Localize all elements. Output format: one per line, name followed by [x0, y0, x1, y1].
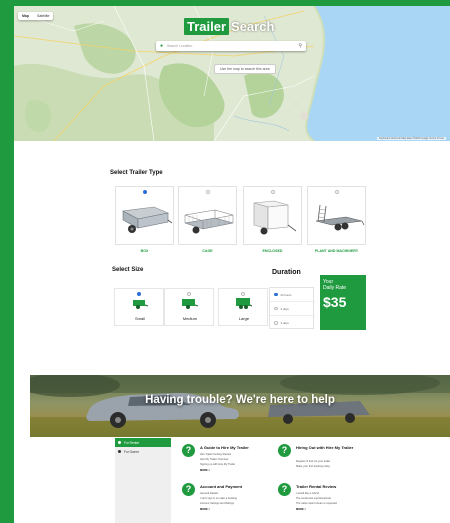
size-title: Select Size — [112, 267, 144, 273]
size-option-large[interactable]: Large — [218, 288, 268, 326]
topic-link[interactable]: I would like a refund — [296, 492, 319, 495]
size-label-small: Small — [134, 316, 145, 321]
topic-link[interactable]: The rental was unprofessional — [296, 497, 331, 500]
trailer-card-enclosed[interactable] — [243, 186, 302, 245]
trailer-label-enclosed[interactable]: ENCLOSED — [243, 249, 302, 253]
trailer-label-plant[interactable]: PLANT AND MACHINERY — [307, 249, 366, 253]
duration-option-24h[interactable]: 24 hours — [270, 288, 315, 302]
radio-button[interactable] — [187, 292, 191, 296]
radio-button[interactable] — [335, 190, 339, 194]
radio-button[interactable] — [274, 306, 278, 311]
duration-option-2d[interactable]: 2 days — [270, 302, 315, 316]
topic-link[interactable]: Hire Trailer Getting Started — [200, 453, 231, 456]
topic-title[interactable]: Account and Payment — [200, 484, 266, 489]
nav-for-renter[interactable]: For Renter — [115, 438, 171, 447]
help-topic-review[interactable]: ? Trailer Rental Review I would like a r… — [278, 483, 358, 521]
help-topic-hiring-out[interactable]: ? Hiring Out with Hire My Trailer Regist… — [278, 444, 358, 482]
medium-trailer-icon — [182, 299, 198, 309]
map-view-toggle[interactable]: Map Satellite — [18, 12, 54, 20]
nav-for-owner[interactable]: For Owner — [115, 447, 171, 456]
duration-title: Duration — [272, 269, 301, 276]
duration-label: 3 days — [280, 321, 289, 325]
radio-button[interactable] — [271, 190, 275, 194]
help-topic-guide[interactable]: ? A Guide to Hire My Trailer Hire Traile… — [182, 444, 262, 482]
radio-button[interactable] — [241, 292, 245, 296]
search-input[interactable]: Search Location — [167, 44, 298, 48]
topic-link[interactable]: General Details — [200, 492, 218, 495]
small-trailer-icon — [133, 300, 148, 309]
duration-label: 2 days — [280, 306, 289, 311]
question-icon: ? — [278, 444, 291, 457]
renter-icon — [118, 441, 121, 444]
topic-link[interactable]: Signing up with Hire My Trailer — [200, 463, 235, 466]
map[interactable]: Map Satellite Trailer Search ● Search Lo… — [14, 6, 450, 141]
cage-trailer-icon — [184, 209, 234, 234]
nav-label: For Renter — [124, 440, 140, 445]
trailer-label-box[interactable]: BOX — [115, 249, 174, 253]
radio-button[interactable] — [274, 321, 278, 325]
map-attribution: Keyboard shortcuts Map data ©2023 Google… — [377, 137, 446, 140]
size-option-small[interactable]: Small — [114, 288, 164, 326]
trailer-card-box[interactable] — [115, 186, 174, 245]
topic-title[interactable]: A Guide to Hire My Trailer — [200, 445, 266, 450]
size-label-large: Large — [238, 316, 250, 321]
rate-amount: $35 — [323, 294, 347, 310]
daily-rate-panel: Your Daily Rate $35 — [320, 275, 366, 330]
question-icon: ? — [182, 444, 195, 457]
trailer-label-cage[interactable]: CAGE — [178, 249, 237, 253]
trailer-card-plant[interactable] — [307, 186, 366, 245]
logo-search-word: Search — [231, 19, 275, 34]
more-link[interactable]: MORE > — [200, 469, 210, 472]
satellite-tab[interactable]: Satellite — [33, 12, 53, 20]
banner-message: Having trouble? We're here to help — [145, 394, 335, 406]
search-icon[interactable]: ⚲ — [298, 43, 302, 49]
trailer-type-title: Select Trailer Type — [110, 170, 163, 176]
size-label-medium: Medium — [182, 316, 198, 321]
radio-button[interactable] — [137, 292, 141, 296]
enclosed-trailer-icon — [253, 200, 297, 235]
large-trailer-icon — [236, 298, 252, 309]
plant-trailer-icon — [315, 204, 365, 231]
topic-link[interactable]: The trailer wasn't clean or expected — [296, 502, 337, 505]
duration-options: 24 hours 2 days 3 days — [269, 287, 315, 330]
topic-link[interactable]: Hire My Trailer Overview — [200, 458, 228, 461]
more-link[interactable]: MORE > — [200, 508, 210, 511]
help-topic-account[interactable]: ? Account and Payment General Details I … — [182, 483, 262, 521]
duration-option-3d[interactable]: 3 days — [270, 316, 315, 330]
rate-line2: Daily Rate — [323, 285, 347, 291]
site-logo[interactable]: Trailer Search — [184, 18, 274, 35]
map-tab[interactable]: Map — [18, 12, 33, 20]
topic-link[interactable]: I can't sign in to make a booking — [200, 497, 237, 500]
map-pin-icon: ● — [160, 43, 164, 49]
more-link[interactable]: MORE > — [296, 508, 306, 511]
page: Map Satellite Trailer Search ● Search Lo… — [14, 6, 450, 523]
topic-link[interactable]: Account Settings and Ratings — [200, 502, 234, 505]
trailer-card-cage[interactable] — [178, 186, 237, 245]
question-icon: ? — [278, 483, 291, 496]
question-icon: ? — [182, 483, 195, 496]
topic-link[interactable]: Make your first booking today — [296, 465, 330, 468]
banner-photo — [30, 375, 450, 437]
radio-button[interactable] — [206, 190, 210, 194]
box-trailer-icon — [122, 206, 173, 233]
owner-icon — [118, 450, 121, 453]
topic-title[interactable]: Hiring Out with Hire My Trailer — [296, 445, 362, 450]
duration-label: 24 hours — [280, 292, 292, 297]
radio-button[interactable] — [143, 190, 147, 194]
logo-trailer-word: Trailer — [184, 18, 230, 35]
help-banner: Having trouble? We're here to help — [30, 375, 450, 437]
help-sidebar: For Renter For Owner — [115, 438, 171, 523]
nav-label: For Owner — [124, 449, 140, 454]
size-option-medium[interactable]: Medium — [164, 288, 214, 326]
topic-title[interactable]: Trailer Rental Review — [296, 484, 362, 489]
search-area-button[interactable]: Use the map to search this area — [214, 64, 276, 74]
topic-link[interactable]: Register & find out your trailer — [296, 460, 330, 463]
radio-button[interactable] — [274, 292, 278, 297]
location-search-bar[interactable]: ● Search Location ⚲ — [156, 41, 306, 51]
